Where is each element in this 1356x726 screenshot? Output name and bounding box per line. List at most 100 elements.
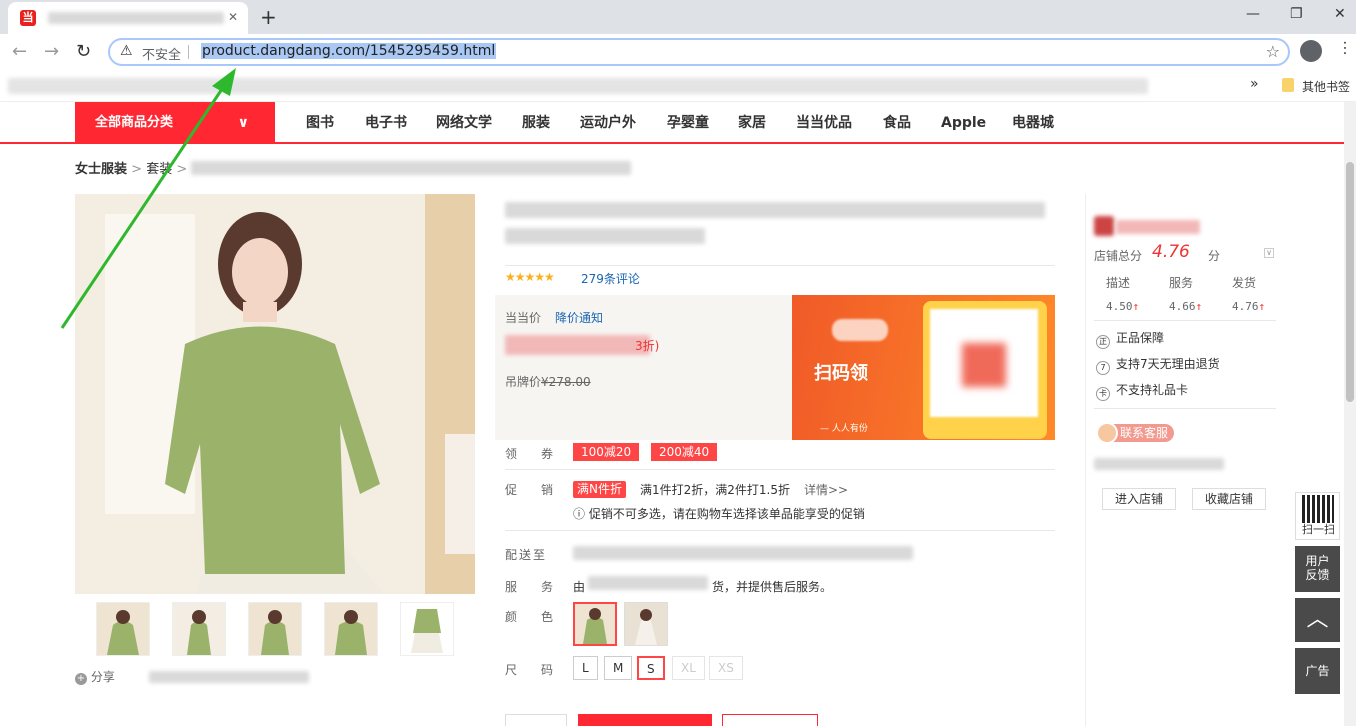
page-scrollbar[interactable] (1344, 102, 1356, 726)
other-bookmarks[interactable]: 其他书签 (1302, 78, 1350, 95)
close-window-icon[interactable]: ✕ (1334, 6, 1346, 22)
size-xs[interactable]: XS (709, 656, 743, 680)
sub-score-label-desc: 描述 (1106, 276, 1131, 290)
store-name-redacted[interactable] (1116, 220, 1200, 234)
category-nav: 全部商品分类 ∨ 图书 电子书 网络文学 服装 运动户外 孕婴童 家居 当当优品… (0, 102, 1344, 144)
active-tab[interactable]: 当 ✕ (8, 2, 248, 34)
reload-icon[interactable]: ↻ (76, 41, 91, 62)
product-title-redacted (505, 202, 1045, 218)
security-label[interactable]: 不安全 (142, 44, 181, 63)
rating-stars: ★★★★★ (505, 270, 555, 284)
nav-item-books[interactable]: 图书 (306, 102, 334, 144)
breadcrumb-women-clothing[interactable]: 女士服装 (75, 162, 127, 177)
nav-item-web-literature[interactable]: 网络文学 (436, 102, 492, 144)
buy-button[interactable] (578, 714, 712, 726)
size-label: 尺 码 (505, 663, 560, 677)
color-label: 颜 色 (505, 610, 560, 624)
quantity-stepper[interactable] (505, 714, 567, 726)
main-product-image[interactable] (75, 194, 475, 594)
warning-icon[interactable]: ⚠ (120, 43, 133, 59)
bookmarks-redacted (8, 78, 1148, 94)
browser-menu-icon[interactable]: ⋯ (1336, 40, 1355, 56)
size-s[interactable]: S (637, 656, 665, 680)
price-label: 当当价 (505, 311, 542, 325)
tab-close-icon[interactable]: ✕ (228, 10, 238, 24)
breadcrumb-sets[interactable]: 套装 (146, 162, 172, 177)
restore-icon[interactable]: ❐ (1290, 6, 1303, 22)
store-score-unit: 分 (1208, 249, 1221, 263)
product-thumbnail[interactable] (96, 602, 150, 656)
all-categories-button[interactable]: 全部商品分类 ∨ (75, 102, 275, 144)
scan-text: 扫码领 (814, 363, 868, 384)
color-swatch-green[interactable] (573, 602, 617, 646)
new-tab-button[interactable]: + (260, 5, 277, 29)
profile-avatar-icon[interactable] (1300, 40, 1322, 62)
expand-icon[interactable]: ∨ (1264, 248, 1274, 258)
size-m[interactable]: M (604, 656, 633, 680)
nav-item-electronics[interactable]: 电器城 (1012, 102, 1054, 144)
list-price: 吊牌价¥278.00 (505, 375, 591, 389)
scan-coupon-banner[interactable]: 扫码领 — 人人有份 (792, 295, 1055, 440)
discount-fragment: 3折) (635, 339, 660, 353)
qr-center-blur (962, 343, 1006, 387)
return-icon: 7 (1096, 361, 1110, 375)
add-to-cart-button[interactable] (722, 714, 818, 726)
size-xl[interactable]: XL (672, 656, 705, 680)
store-score: 4.76 (1152, 242, 1190, 262)
nav-item-youpin[interactable]: 当当优品 (796, 102, 852, 144)
bookmark-star-icon[interactable]: ☆ (1266, 42, 1280, 61)
bookmarks-bar: » 其他书签 (0, 70, 1356, 102)
model-photo (75, 194, 475, 594)
nav-item-ebooks[interactable]: 电子书 (365, 102, 407, 144)
coupon-100-20[interactable]: 100减20 (573, 443, 640, 461)
guarantee-genuine: 正正品保障 (1096, 329, 1164, 349)
address-bar[interactable]: ⚠ 不安全 product.dangdang.com/1545295459.ht… (108, 38, 1290, 66)
coupon-200-40[interactable]: 200减40 (651, 443, 718, 461)
enter-store-button[interactable]: 进入店铺 (1102, 488, 1177, 510)
product-thumbnail[interactable] (172, 602, 226, 656)
forward-icon[interactable]: → (44, 41, 59, 62)
size-l[interactable]: L (573, 656, 598, 680)
nav-item-home[interactable]: 家居 (738, 102, 766, 144)
back-to-top-button[interactable]: ︿ (1295, 598, 1340, 642)
back-icon[interactable]: ← (12, 41, 27, 62)
guarantee-giftcard: 卡不支持礼品卡 (1096, 381, 1188, 401)
url-text[interactable]: product.dangdang.com/1545295459.html (201, 43, 497, 59)
minimize-icon[interactable]: — (1246, 6, 1260, 22)
genuine-icon: 正 (1096, 335, 1110, 349)
favorite-store-button[interactable]: 收藏店铺 (1192, 488, 1267, 510)
review-count-link[interactable]: 279条评论 (581, 270, 640, 287)
product-thumbnail[interactable] (248, 602, 302, 656)
nav-item-clothing[interactable]: 服装 (522, 102, 550, 144)
more-bookmarks-button[interactable]: » (1250, 76, 1259, 92)
promo-detail-link[interactable]: 详情>> (804, 481, 848, 498)
nav-item-outdoor[interactable]: 运动户外 (580, 102, 636, 144)
price-notify-link[interactable]: 降价通知 (555, 309, 603, 326)
color-swatch-white[interactable] (624, 602, 668, 646)
ad-button[interactable]: 广告 (1295, 648, 1340, 694)
breadcrumb-separator: > (176, 162, 188, 177)
scan-qr-tool[interactable]: 扫一扫 (1295, 492, 1340, 540)
chevron-up-icon: ︿ (1306, 607, 1329, 632)
store-logo[interactable] (1094, 216, 1114, 236)
nav-item-apple[interactable]: Apple (941, 102, 986, 144)
giftcard-icon: 卡 (1096, 387, 1110, 401)
service-label: 服 务 (505, 580, 560, 594)
ship-address-redacted[interactable] (573, 546, 913, 560)
feedback-button[interactable]: 用户 反馈 (1295, 546, 1340, 592)
browser-toolbar: ← → ↻ ⚠ 不安全 product.dangdang.com/1545295… (0, 34, 1356, 70)
nav-item-baby[interactable]: 孕婴童 (667, 102, 709, 144)
product-thumbnail[interactable] (400, 602, 454, 656)
nav-item-food[interactable]: 食品 (883, 102, 911, 144)
share-button[interactable]: + 分享 (75, 668, 309, 685)
sub-score-service: 4.66↑ (1169, 300, 1203, 313)
share-label: 分享 (90, 670, 115, 684)
scan-label: 扫一扫 (1302, 523, 1335, 536)
scrollbar-thumb[interactable] (1346, 162, 1354, 402)
share-redacted (148, 671, 309, 683)
promo-label: 促 销 (505, 483, 560, 497)
seller-redacted (588, 576, 708, 590)
promo-warning: ⓘ 促销不可多选，请在购物车选择该单品能享受的促销 (573, 507, 865, 521)
product-thumbnail[interactable] (324, 602, 378, 656)
store-info-redacted (1094, 458, 1224, 470)
